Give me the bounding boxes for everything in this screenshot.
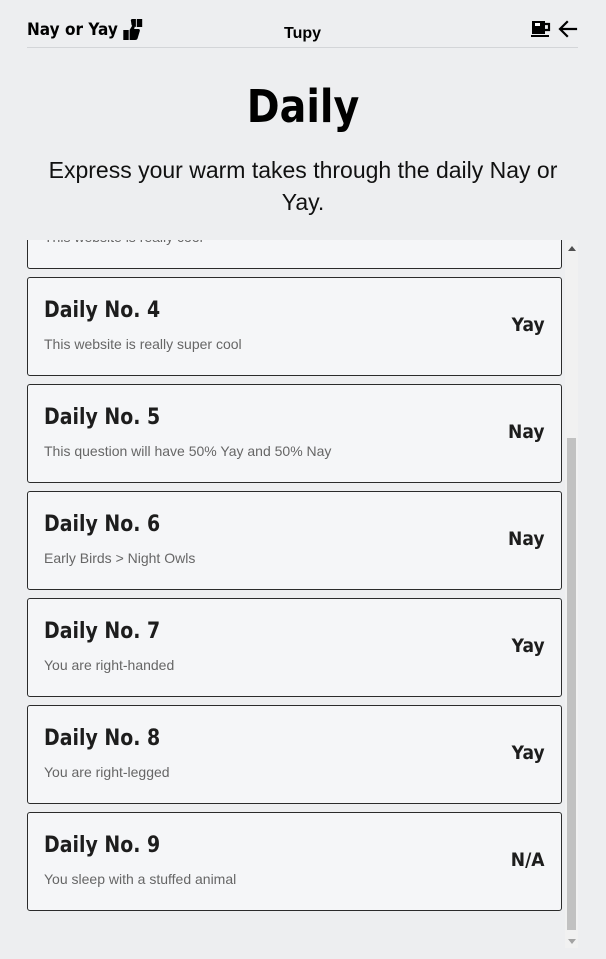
- coffee-mug-icon[interactable]: [530, 19, 552, 39]
- daily-card[interactable]: Daily No. 7 You are right-handed Yay: [27, 598, 562, 697]
- scroll-down-icon[interactable]: [568, 939, 576, 944]
- scrollbar[interactable]: [565, 240, 578, 948]
- daily-question: You sleep with a stuffed animal: [44, 871, 237, 887]
- daily-question: You are right-handed: [44, 657, 175, 673]
- daily-title: Daily No. 4: [44, 298, 161, 323]
- daily-title: Daily No. 9: [44, 833, 161, 858]
- daily-title: Daily No. 6: [44, 512, 161, 537]
- scroll-thumb[interactable]: [567, 438, 576, 930]
- header-actions: [530, 19, 578, 39]
- daily-title: Daily No. 5: [44, 405, 161, 430]
- daily-card[interactable]: Daily No. 5 This question will have 50% Y…: [27, 384, 562, 483]
- user-name[interactable]: Tupy: [27, 25, 578, 43]
- daily-question: This website is really super cool: [44, 336, 242, 352]
- daily-question: This question will have 50% Yay and 50% …: [44, 443, 332, 459]
- daily-card[interactable]: Daily No. 3This website is really coolYa…: [27, 240, 562, 269]
- daily-card[interactable]: Daily No. 8 You are right-legged Yay: [27, 705, 562, 804]
- daily-answer: Nay: [508, 528, 545, 550]
- daily-title: Daily No. 7: [44, 619, 161, 644]
- daily-title: Daily No. 8: [44, 726, 161, 751]
- daily-answer: Yay: [512, 742, 545, 764]
- daily-answer: Yay: [512, 635, 545, 657]
- daily-card[interactable]: Daily No. 9 You sleep with a stuffed anim…: [27, 812, 562, 911]
- daily-answer: Yay: [512, 314, 545, 336]
- daily-question: Early Birds > Night Owls: [44, 550, 196, 566]
- daily-card[interactable]: Daily No. 4 This website is really super …: [27, 277, 562, 376]
- scroll-up-icon[interactable]: [568, 246, 576, 251]
- app-header: Nay or Yay Tupy: [27, 0, 578, 48]
- daily-answer: Nay: [508, 421, 545, 443]
- daily-question: You are right-legged: [44, 764, 170, 780]
- daily-list-track: Daily No. 3This website is really coolYa…: [27, 240, 562, 919]
- back-arrow-icon[interactable]: [558, 19, 578, 39]
- daily-card[interactable]: Daily No. 6 Early Birds > Night Owls Nay: [27, 491, 562, 590]
- daily-answer: N/A: [511, 849, 545, 871]
- page-subtitle: Express your warm takes through the dail…: [48, 157, 558, 215]
- daily-list[interactable]: Daily No. 3This website is really coolYa…: [27, 240, 578, 948]
- page-title: Daily: [246, 80, 360, 133]
- daily-question: This website is really cool: [44, 240, 203, 245]
